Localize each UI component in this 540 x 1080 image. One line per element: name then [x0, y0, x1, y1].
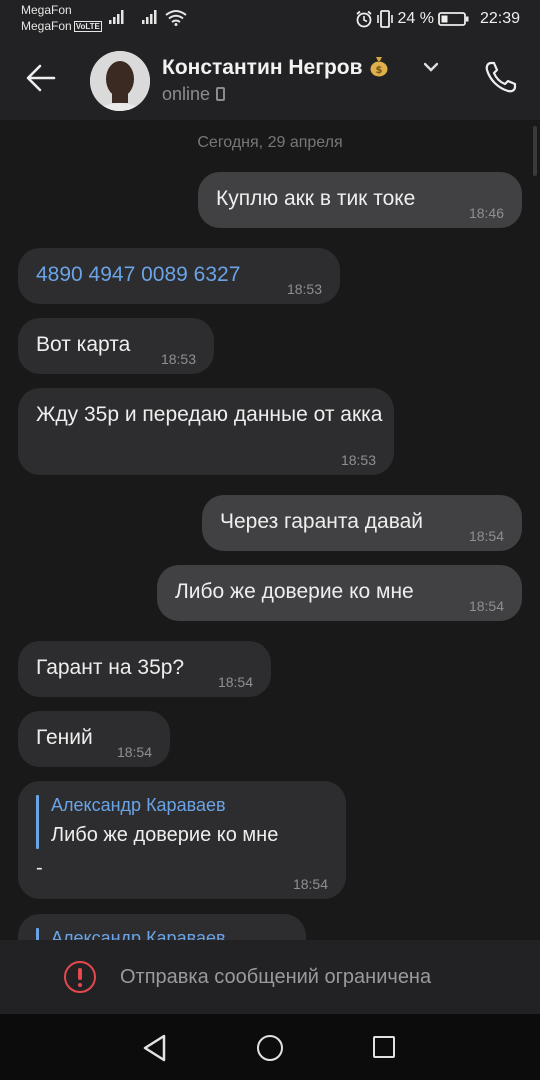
message-text: Гарант на 35р?: [36, 656, 185, 679]
reply-text: Либо же доверие ко мне: [51, 824, 279, 846]
chat-header: Константин Негров $ online: [0, 40, 540, 120]
message-time: 18:54: [217, 674, 253, 690]
message-text: Гений: [36, 726, 93, 749]
message-time: 18:54: [116, 744, 152, 760]
carrier-name-2: MegaFon VoLTE: [21, 19, 102, 33]
message-text: Через гаранта давай: [220, 510, 424, 533]
nav-recents-icon[interactable]: [373, 1036, 395, 1058]
reply-author[interactable]: Александр Караваев: [51, 926, 226, 940]
warning-circle-icon: [64, 961, 96, 993]
message-time: 18:54: [468, 528, 504, 544]
avatar-photo: [90, 51, 150, 111]
message-incoming[interactable]: 4890 4947 0089 6327 18:53: [18, 248, 340, 304]
status-bar: MegaFon MegaFon VoLTE 24 % 22:39: [0, 0, 540, 40]
message-text: Вот карта: [36, 333, 131, 356]
reply-quote-bar: [36, 795, 39, 849]
message-incoming-reply-partial[interactable]: Александр Караваев: [18, 914, 306, 940]
date-separator: Сегодня, 29 апреля: [197, 134, 343, 151]
message-outgoing[interactable]: Либо же доверие ко мне 18:54: [157, 565, 522, 621]
message-time: 18:53: [340, 452, 376, 468]
message-incoming[interactable]: Гарант на 35р? 18:54: [18, 641, 271, 697]
message-incoming[interactable]: Вот карта 18:53: [18, 318, 214, 374]
system-nav-bar: [0, 1014, 540, 1080]
avatar[interactable]: [90, 51, 150, 111]
message-time: 18:54: [292, 876, 328, 892]
clock: 22:39: [479, 10, 520, 27]
alarm-icon: [356, 10, 373, 28]
message-incoming[interactable]: Гений 18:54: [18, 711, 170, 767]
signal-icon-1: [109, 10, 124, 24]
message-incoming-reply[interactable]: Александр Караваев Либо же доверие ко мн…: [18, 781, 346, 899]
nav-back-icon[interactable]: [142, 1034, 168, 1062]
message-outgoing[interactable]: Через гаранта давай 18:54: [202, 495, 522, 551]
message-incoming[interactable]: Жду 35р и передаю данные от акка 18:53: [18, 388, 394, 475]
messaging-restricted-banner: Отправка сообщений ограничена: [0, 940, 540, 1014]
vibrate-icon: [377, 10, 394, 28]
contact-name[interactable]: Константин Негров $: [162, 55, 389, 80]
message-text: -: [36, 857, 43, 879]
message-text: Куплю акк в тик токе: [216, 187, 416, 210]
restricted-text: Отправка сообщений ограничена: [120, 966, 432, 988]
message-outgoing[interactable]: Куплю акк в тик токе 18:46: [198, 172, 522, 228]
money-bag-icon: $: [370, 57, 388, 77]
carrier-name-1: MegaFon: [21, 3, 72, 17]
back-arrow-icon[interactable]: [26, 64, 56, 92]
signal-icon-2: [142, 10, 157, 24]
reply-quote-bar: [36, 928, 39, 940]
mobile-device-icon: [216, 87, 226, 101]
presence-status: online: [162, 84, 226, 105]
wifi-icon: [165, 10, 187, 26]
message-time: 18:54: [468, 598, 504, 614]
message-time: 18:46: [468, 205, 504, 221]
chevron-down-icon[interactable]: [424, 62, 438, 72]
phone-call-icon[interactable]: [482, 60, 518, 96]
status-right: 24 % 22:39: [355, 8, 520, 30]
svg-text:$: $: [375, 65, 382, 76]
battery-icon: [438, 12, 469, 26]
volte-badge: VoLTE: [73, 21, 102, 32]
message-time: 18:53: [160, 351, 196, 367]
reply-author[interactable]: Александр Караваев: [51, 793, 226, 817]
message-list[interactable]: Сегодня, 29 апреля Куплю акк в тик токе …: [0, 120, 540, 940]
battery-percent: 24 %: [397, 10, 434, 27]
message-text: Жду 35р и передаю данные от акка: [36, 403, 383, 426]
message-text: Либо же доверие ко мне: [175, 580, 414, 603]
message-link[interactable]: 4890 4947 0089 6327: [36, 260, 240, 290]
nav-home-icon[interactable]: [257, 1035, 283, 1061]
message-time: 18:53: [286, 281, 322, 297]
